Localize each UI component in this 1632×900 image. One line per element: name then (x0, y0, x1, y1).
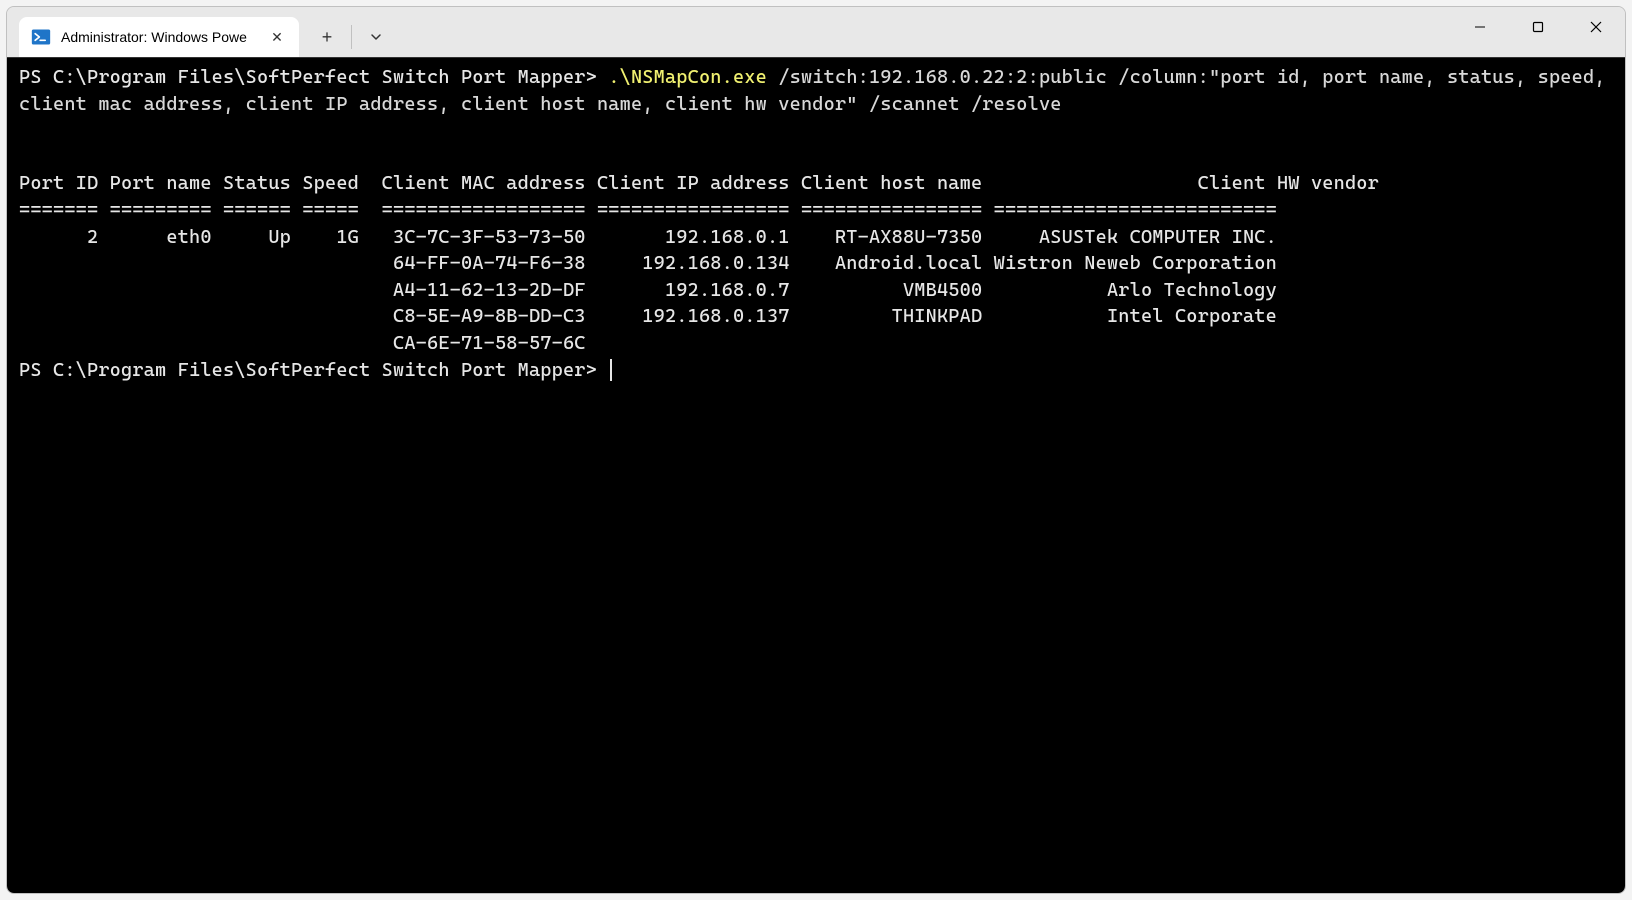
tab-divider (351, 25, 352, 49)
powershell-icon (31, 27, 51, 47)
maximize-button[interactable] (1509, 7, 1567, 47)
minimize-button[interactable] (1451, 7, 1509, 47)
terminal-window: Administrator: Windows Powe ✕ + PS C:\Pr… (6, 6, 1626, 894)
tab-close-button[interactable]: ✕ (267, 27, 287, 47)
window-controls (1451, 7, 1625, 47)
terminal-content[interactable]: PS C:\Program Files\SoftPerfect Switch P… (7, 57, 1625, 893)
tab-strip: Administrator: Windows Powe ✕ + (19, 7, 1451, 57)
close-button[interactable] (1567, 7, 1625, 47)
tab-powershell[interactable]: Administrator: Windows Powe ✕ (19, 17, 299, 57)
new-tab-button[interactable]: + (307, 17, 347, 57)
tab-dropdown-button[interactable] (356, 17, 396, 57)
tab-title: Administrator: Windows Powe (61, 29, 259, 45)
titlebar: Administrator: Windows Powe ✕ + (7, 7, 1625, 57)
